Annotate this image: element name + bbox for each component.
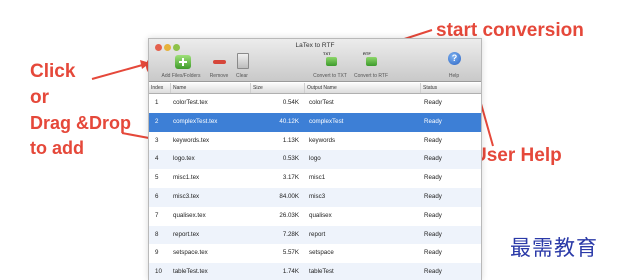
row-file-name: colorTest.tex	[173, 99, 208, 106]
txt-tag: TXT	[323, 51, 331, 56]
convert-to-rtf-button[interactable]: RTF Convert to RTF	[349, 51, 393, 79]
row-file-name: setspace.tex	[173, 249, 208, 257]
row-index: 4	[155, 155, 159, 163]
table-row[interactable]: 5 misc1.tex 3.17K misc1 Ready	[149, 169, 481, 188]
row-status: Ready	[424, 249, 442, 257]
row-output-name: logo	[309, 155, 321, 163]
annotation-click: Click	[30, 61, 76, 82]
column-header-index[interactable]: Index	[149, 83, 171, 93]
row-file-size: 0.53K	[282, 155, 299, 163]
row-index: 6	[155, 193, 159, 200]
convert-txt-icon: TXT	[323, 51, 337, 67]
row-output-name: report	[309, 230, 326, 238]
row-file-size: 84.00K	[279, 193, 299, 200]
watermark-logo: 最需教育	[510, 236, 598, 260]
row-index: 8	[155, 230, 159, 238]
title-bar: LaTex to RTF Add Files/Folders Remove Cl…	[149, 39, 481, 82]
add-files-label: Add Files/Folders	[161, 73, 201, 79]
row-file-name: complexTest.tex	[173, 117, 218, 125]
minus-icon	[213, 60, 226, 64]
row-output-name: misc1	[309, 174, 326, 182]
convert-to-txt-button[interactable]: TXT Convert to TXT	[309, 51, 351, 79]
column-header-output-name[interactable]: Output Name	[305, 83, 421, 93]
table-row[interactable]: 6 misc3.tex 84.00K misc3 Ready	[149, 188, 481, 207]
click-arrow	[91, 63, 147, 80]
row-index: 3	[155, 136, 159, 144]
add-files-button[interactable]: Add Files/Folders	[155, 51, 207, 79]
row-file-size: 1.74K	[282, 268, 299, 276]
table-row[interactable]: 1 colorTest.tex 0.54K colorTest Ready	[149, 94, 481, 113]
row-output-name: tableTest	[309, 268, 334, 276]
row-file-name: keywords.tex	[173, 136, 210, 144]
row-file-size: 26.03K	[279, 211, 299, 219]
row-file-name: tableTest.tex	[173, 268, 208, 276]
row-file-size: 0.54K	[282, 99, 299, 106]
window-title: LaTex to RTF	[295, 42, 335, 49]
row-file-name: logo.tex	[173, 155, 195, 163]
convert-rtf-icon: RTF	[363, 51, 377, 67]
row-file-name: report.tex	[173, 230, 200, 238]
table-row[interactable]: 4 logo.tex 0.53K logo Ready	[149, 150, 481, 170]
row-index: 9	[155, 249, 159, 257]
trash-icon	[237, 53, 249, 69]
rtf-tag: RTF	[363, 51, 371, 56]
plus-icon	[175, 55, 191, 69]
table-row[interactable]: 8 report.tex 7.28K report Ready	[149, 225, 481, 245]
row-status: Ready	[424, 136, 442, 144]
row-file-size: 3.17K	[282, 174, 299, 182]
column-header-size[interactable]: Size	[251, 83, 305, 93]
row-file-name: qualisex.tex	[173, 211, 206, 219]
row-status: Ready	[424, 99, 442, 106]
help-icon: ?	[448, 52, 461, 65]
row-index: 1	[155, 99, 159, 106]
annotation-or: or	[30, 87, 49, 108]
table-header: Index Name Size Output Name Status	[149, 83, 481, 94]
annotation-drag-drop: Drag &Drop	[30, 113, 132, 133]
convert-to-txt-label: Convert to TXT	[313, 73, 347, 79]
row-index: 7	[155, 211, 159, 219]
clear-label: Clear	[236, 73, 248, 79]
row-status: Ready	[424, 268, 442, 276]
row-status: Ready	[424, 193, 442, 200]
row-file-name: misc1.tex	[173, 174, 200, 182]
row-index: 10	[155, 268, 162, 276]
row-output-name: misc3	[309, 193, 326, 200]
table-row[interactable]: 9 setspace.tex 5.57K setspace Ready	[149, 244, 481, 263]
row-status: Ready	[424, 230, 442, 238]
convert-to-rtf-label: Convert to RTF	[353, 73, 389, 79]
row-status: Ready	[424, 174, 442, 182]
row-file-name: misc3.tex	[173, 193, 200, 200]
row-output-name: keywords	[309, 136, 336, 144]
table-row[interactable]: 2 complexTest.tex 40.12K complexTest Ready	[149, 112, 481, 132]
row-output-name: setspace	[309, 249, 334, 257]
table-row[interactable]: 3 keywords.tex 1.13K keywords Ready	[149, 132, 481, 151]
help-label: Help	[448, 73, 460, 79]
annotation-to-add: to add	[30, 138, 84, 158]
table-row[interactable]: 10 tableTest.tex 1.74K tableTest Ready	[149, 263, 481, 280]
help-button[interactable]: ? Help	[445, 51, 463, 79]
clear-button[interactable]: Clear	[229, 51, 255, 79]
row-file-size: 1.13K	[282, 136, 299, 144]
row-output-name: colorTest	[309, 99, 334, 106]
row-output-name: qualisex	[309, 211, 332, 219]
row-file-size: 5.57K	[282, 249, 299, 257]
row-output-name: complexTest	[309, 117, 344, 125]
row-file-size: 7.28K	[282, 230, 299, 238]
row-status: Ready	[424, 211, 442, 219]
row-status: Ready	[424, 117, 442, 125]
row-file-size: 40.12K	[279, 117, 299, 125]
row-index: 5	[155, 174, 159, 182]
column-header-status[interactable]: Status	[421, 83, 481, 93]
annotation-user-help: User Help	[473, 145, 562, 166]
table-row[interactable]: 7 qualisex.tex 26.03K qualisex Ready	[149, 207, 481, 226]
row-index: 2	[155, 117, 159, 125]
row-status: Ready	[424, 155, 442, 163]
app-window: LaTex to RTF Add Files/Folders Remove Cl…	[148, 38, 482, 280]
column-header-name[interactable]: Name	[171, 83, 251, 93]
